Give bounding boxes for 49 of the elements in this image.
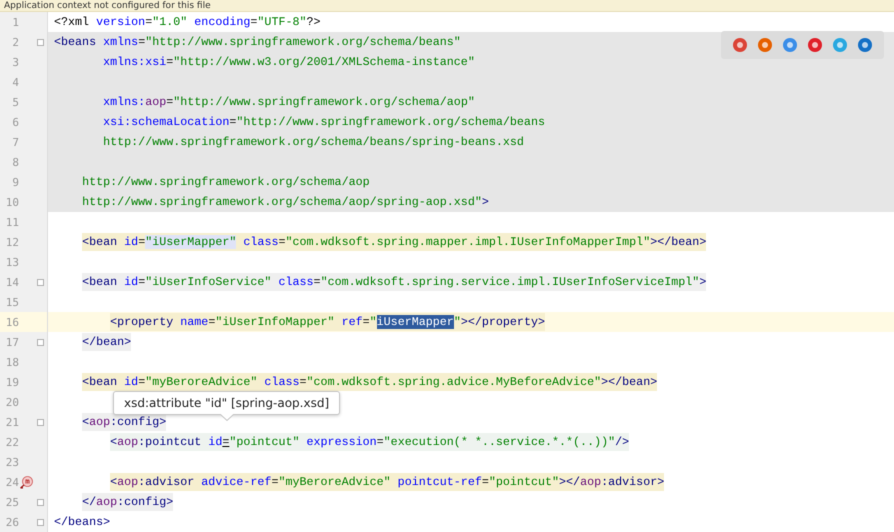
browser-icon[interactable] [732, 37, 748, 53]
line-number: 14 [6, 276, 19, 288]
code-line: http://www.springframework.org/schema/aop/spring-aop.xsd"> [82, 194, 489, 211]
line-number: 19 [6, 376, 19, 388]
fold-toggle-icon[interactable] [36, 278, 44, 286]
line-number: 16 [6, 316, 19, 328]
line-number: 2 [12, 36, 19, 48]
line-number: 7 [12, 136, 19, 148]
browser-icon[interactable] [782, 37, 798, 53]
line-number: 22 [6, 436, 19, 448]
line-number: 6 [12, 116, 19, 128]
line-number: 11 [6, 216, 19, 228]
line-number: 17 [6, 336, 19, 348]
line-number: 8 [12, 156, 19, 168]
browser-icon[interactable] [756, 37, 773, 53]
line-number: 24 [6, 476, 19, 488]
code-line: xmlns:aop="http://www.springframework.org/schema/aop" [103, 94, 475, 111]
line-number: 26 [6, 516, 19, 528]
fold-toggle-icon[interactable] [36, 418, 44, 426]
code-line: http://www.springframework.org/schema/beans/spring-beans.xsd [103, 134, 524, 151]
line-number: 20 [6, 396, 19, 408]
line-number: 23 [6, 456, 19, 468]
line-number: 4 [12, 76, 19, 88]
browser-icon[interactable] [857, 37, 874, 53]
line-number: 18 [6, 356, 19, 368]
banner-text: Application context not configured for this file [4, 0, 211, 10]
line-number: 13 [6, 256, 19, 268]
code-line: http://www.springframework.org/schema/aop [82, 174, 370, 191]
browser-icon[interactable] [832, 37, 848, 53]
code-line: </beans> [54, 514, 110, 531]
line-number: 21 [6, 416, 19, 428]
line-number: 1 [12, 16, 19, 28]
bean-marker-icon[interactable] [20, 476, 32, 488]
fold-toggle-icon[interactable] [36, 338, 44, 346]
fold-toggle-icon[interactable] [36, 498, 44, 506]
browser-icon[interactable] [807, 37, 824, 53]
line-number: 10 [6, 196, 19, 208]
code-line: xmlns:xsi="http://www.w3.org/2001/XMLSchema-instance" [103, 54, 475, 71]
fold-toggle-icon[interactable] [36, 518, 44, 526]
line-number: 5 [12, 96, 19, 108]
code-line: xsi:schemaLocation="http://www.springframework.org/schema/beans [103, 114, 545, 131]
fold-toggle-icon[interactable] [36, 38, 44, 46]
line-number: 9 [12, 176, 19, 188]
code-line: <beans xmlns="http://www.springframework.org/schema/beans" [54, 34, 461, 51]
line-number: 15 [6, 296, 19, 308]
line-number: 3 [12, 56, 19, 68]
code-line: <?xml version="1.0" encoding="UTF-8"?> [54, 14, 321, 31]
line-number: 12 [6, 236, 19, 248]
line-number: 25 [6, 496, 19, 508]
